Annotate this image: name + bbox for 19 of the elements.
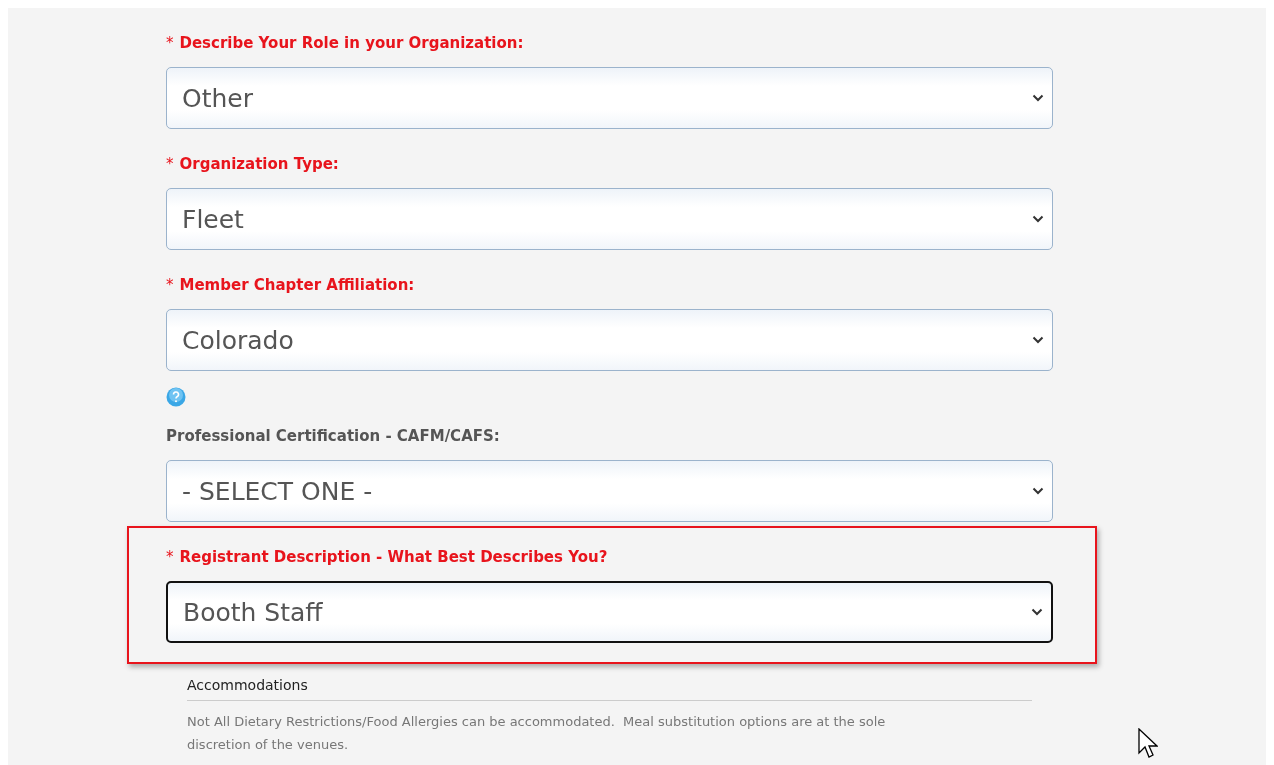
field-label: * Describe Your Role in your Organization: [166,33,525,53]
chevron-icon [1032,487,1044,495]
section-title: Accommodations [187,677,1032,701]
field-label: * Registrant Description - What Best Describes You? [166,547,609,567]
select-field[interactable]: Other [166,67,1053,129]
help-icon[interactable] [166,387,186,407]
select-field[interactable]: Colorado [166,309,1053,371]
select-field[interactable]: Booth Staff [166,581,1053,643]
field-label: * Organization Type: [166,154,340,174]
chevron-icon [1031,608,1043,616]
chevron-icon [1032,215,1044,223]
chevron-icon [1032,336,1044,344]
field-label: * Member Chapter Affiliation: [166,275,416,295]
field-label: Professional Certification - CAFM/CAFS: [166,426,501,446]
select-field[interactable]: - SELECT ONE - [166,460,1053,522]
select-field[interactable]: Fleet [166,188,1053,250]
note-text: Not All Dietary Restrictions/Food Allergies can be accommodated. Meal substitution options are at the sole discretion of the venues. [187,713,887,754]
chevron-icon [1032,94,1044,102]
mouse-pointer-icon [1138,728,1158,760]
